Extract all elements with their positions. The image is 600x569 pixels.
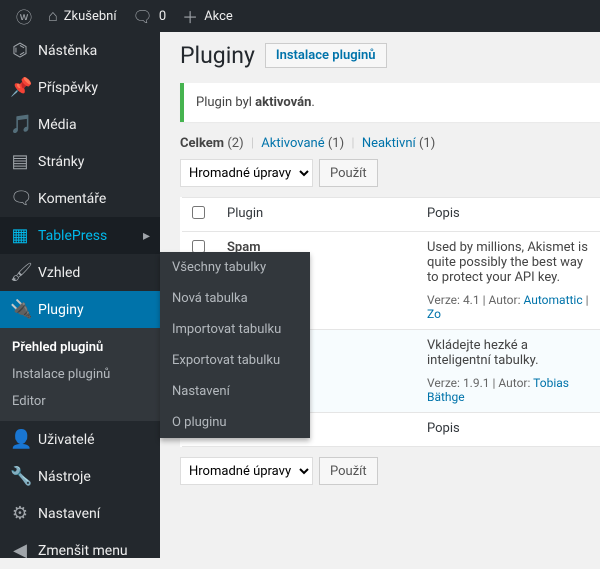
flyout-settings[interactable]: Nastavení	[160, 376, 310, 407]
menu-tools[interactable]: 🔧Nástroje	[0, 458, 160, 495]
menu-plugins[interactable]: 🔌Pluginy	[0, 291, 160, 328]
flyout-new-table[interactable]: Nová tabulka	[160, 283, 310, 314]
filter-active[interactable]: Aktivované	[261, 136, 324, 151]
filter-inactive[interactable]: Neaktivní	[362, 136, 416, 151]
menu-media[interactable]: 🎵Média	[0, 106, 160, 143]
new-content[interactable]: ＋ Akce	[174, 4, 241, 28]
submenu-install[interactable]: Instalace pluginů	[0, 361, 160, 388]
table-icon: ▦	[10, 225, 30, 246]
bulk-action-select-top[interactable]: Hromadné úpravy	[180, 159, 313, 187]
wrench-icon: 🔧	[10, 466, 30, 487]
submenu-editor[interactable]: Editor	[0, 388, 160, 415]
home-icon: ⌂	[48, 6, 58, 26]
site-link[interactable]: ⌂ Zkušební	[40, 6, 125, 26]
comment-icon: 🗨	[10, 188, 30, 209]
select-all-top[interactable]	[192, 206, 205, 219]
admin-toolbar: ⓦ ⌂Zkušební 🗨0 ＋Akce	[0, 0, 600, 32]
plugins-submenu: Přehled pluginů Instalace pluginů Editor	[0, 328, 160, 421]
submenu-overview[interactable]: Přehled pluginů	[0, 334, 160, 361]
flyout-import[interactable]: Importovat tabulku	[160, 314, 310, 345]
plus-icon: ＋	[182, 4, 198, 28]
col-plugin: Plugin	[217, 198, 417, 232]
detail-link[interactable]: Zo	[427, 307, 441, 321]
admin-sidebar: ⌬Nástěnka 📌Příspěvky 🎵Média ▤Stránky 🗨Ko…	[0, 32, 160, 558]
install-plugin-button[interactable]: Instalace pluginů	[265, 43, 387, 68]
site-name: Zkušební	[64, 9, 117, 24]
page-title: Pluginy	[180, 42, 255, 69]
menu-settings[interactable]: ⚙Nastavení	[0, 495, 160, 532]
menu-pages[interactable]: ▤Stránky	[0, 143, 160, 180]
flyout-export[interactable]: Exportovat tabulku	[160, 345, 310, 376]
comment-count: 0	[159, 9, 166, 24]
settings-icon: ⚙	[10, 503, 30, 524]
chevron-right-icon: ▸	[143, 228, 150, 244]
activation-notice: Plugin byl aktivován.	[180, 83, 600, 122]
menu-comments[interactable]: 🗨Komentáře	[0, 180, 160, 217]
bulk-action-select-bottom[interactable]: Hromadné úpravy	[180, 457, 313, 485]
menu-tablepress[interactable]: ▦TablePress▸	[0, 217, 160, 254]
wordpress-icon: ⓦ	[16, 4, 32, 28]
menu-dashboard[interactable]: ⌬Nástěnka	[0, 32, 160, 69]
author-link[interactable]: Automattic	[523, 293, 582, 307]
menu-posts[interactable]: 📌Příspěvky	[0, 69, 160, 106]
media-icon: 🎵	[10, 114, 30, 135]
pin-icon: 📌	[10, 77, 30, 98]
menu-collapse[interactable]: ◀Zmenšit menu	[0, 532, 160, 569]
flyout-all-tables[interactable]: Všechny tabulky	[160, 252, 310, 283]
wp-logo[interactable]: ⓦ	[8, 4, 40, 28]
page-icon: ▤	[10, 151, 30, 172]
menu-appearance[interactable]: 🖌Vzhled	[0, 254, 160, 291]
bulk-apply-top[interactable]: Použít	[319, 159, 378, 187]
plugin-icon: 🔌	[10, 299, 30, 320]
comments-link[interactable]: 🗨0	[125, 7, 175, 26]
tablepress-flyout: Všechny tabulky Nová tabulka Importovat …	[160, 252, 310, 438]
dashboard-icon: ⌬	[10, 40, 30, 61]
bulk-apply-bottom[interactable]: Použít	[319, 457, 378, 485]
new-label: Akce	[204, 9, 233, 24]
filter-links: Celkem (2) | Aktivované (1) | Neaktivní …	[180, 136, 600, 151]
flyout-about[interactable]: O pluginu	[160, 407, 310, 438]
menu-users[interactable]: 👤Uživatelé	[0, 421, 160, 458]
user-icon: 👤	[10, 429, 30, 450]
comment-icon: 🗨	[133, 7, 153, 26]
brush-icon: 🖌	[10, 262, 30, 283]
col-desc: Popis	[417, 198, 600, 232]
